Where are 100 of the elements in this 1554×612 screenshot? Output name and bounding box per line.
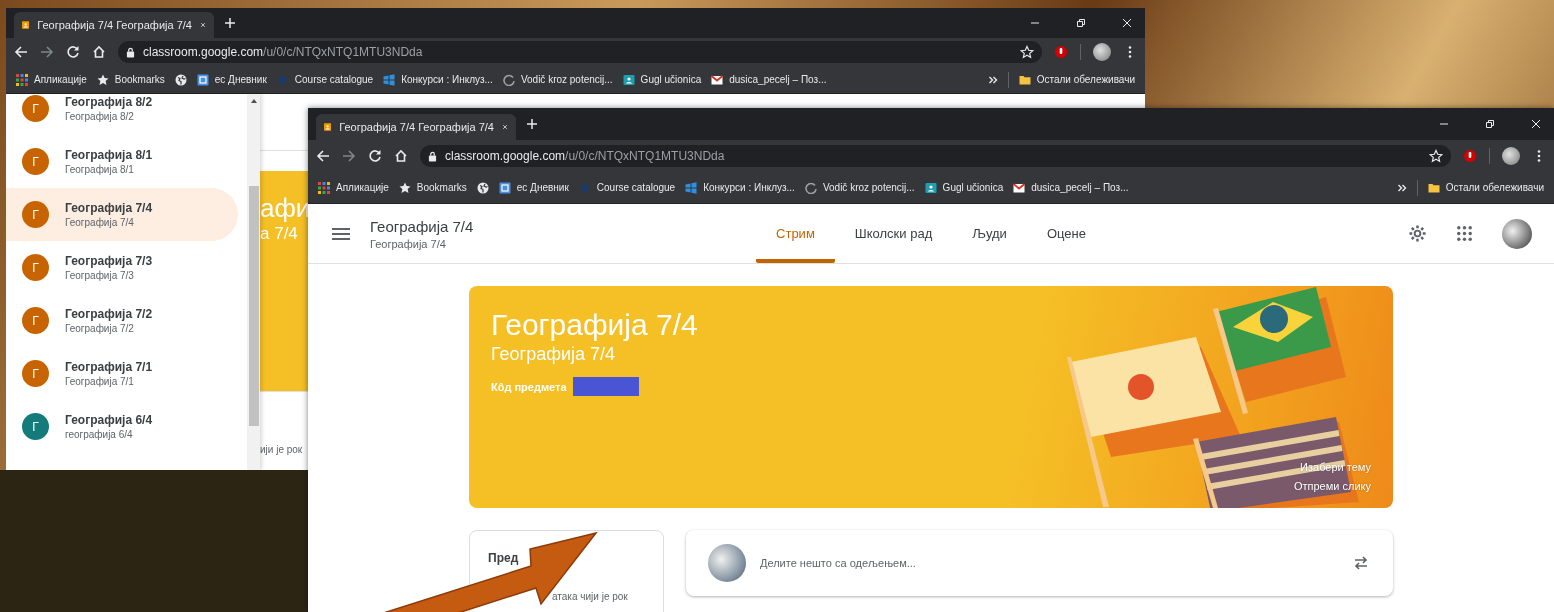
close-icon[interactable]	[1121, 17, 1133, 29]
new-tab-icon[interactable]	[526, 118, 538, 130]
settings-icon[interactable]	[1408, 224, 1427, 243]
bookmark-item[interactable]: Gugl učionica	[924, 181, 1004, 194]
url-text: classroom.google.com/u/0/c/NTQxNTQ1MTU3NDda	[445, 149, 725, 163]
other-bookmarks-folder[interactable]: Остали обележивачи	[1427, 181, 1544, 194]
class-name: Географија 7/3	[65, 254, 153, 268]
user-avatar	[708, 544, 746, 582]
class-code-label: Кôд предмета	[491, 380, 567, 393]
extension-icon[interactable]	[1054, 45, 1068, 59]
address-bar[interactable]: classroom.google.com/u/0/c/NTQxNTQ1MTU3NDda	[118, 41, 1042, 63]
forward-arrow-icon[interactable]	[40, 45, 54, 59]
back-arrow-icon[interactable]	[316, 149, 330, 163]
class-subtitle: Географија 7/4	[370, 237, 447, 250]
restore-icon[interactable]	[1075, 17, 1087, 29]
class-section: Географија 7/4	[65, 217, 153, 228]
scroll-up-icon[interactable]	[249, 98, 258, 104]
classroom-favicon-icon	[22, 19, 30, 31]
class-section: Географија 7/2	[65, 323, 153, 334]
share-prompt[interactable]: Делите нешто са одељењем...	[760, 557, 916, 569]
class-tab[interactable]: Оцене	[1026, 204, 1106, 263]
bookmark-item[interactable]: Vodič kroz potencij...	[502, 73, 613, 86]
class-name: Географија 8/1	[65, 148, 153, 162]
home-icon[interactable]	[92, 45, 106, 59]
upcoming-title: Пред	[488, 551, 519, 565]
restore-icon[interactable]	[1484, 118, 1496, 130]
bookmark-item[interactable]	[476, 181, 489, 194]
tiles-icon	[685, 181, 698, 194]
mail-icon	[711, 73, 724, 86]
forward-arrow-icon[interactable]	[342, 149, 356, 163]
classroom-icon	[622, 73, 635, 86]
class-tab[interactable]: Људи	[952, 204, 1027, 263]
class-list-item[interactable]: Г Географија 6/4 географија 6/4	[6, 400, 238, 453]
classroom-icon	[924, 181, 937, 194]
class-tab[interactable]: Стрим	[756, 204, 835, 263]
document-icon	[498, 181, 511, 194]
bookmark-item[interactable]: Course catalogue	[276, 73, 374, 86]
repost-icon[interactable]	[1353, 555, 1369, 571]
class-section: Географија 7/1	[65, 376, 153, 387]
more-bookmarks-icon[interactable]	[1396, 182, 1407, 193]
class-name: Географија 7/2	[65, 307, 153, 321]
reload-icon[interactable]	[368, 149, 382, 163]
bookmark-item[interactable]: Bookmarks	[96, 73, 165, 86]
banner-subtitle: Географија 7/4	[491, 344, 617, 365]
class-avatar: Г	[22, 148, 49, 175]
bookmark-item[interactable]: ес Дневник	[498, 181, 569, 194]
class-list-item[interactable]: Г Географија 8/1 Географија 8/1	[6, 135, 238, 188]
share-box[interactable]: Делите нешто са одељењем...	[686, 530, 1393, 596]
reload-icon[interactable]	[66, 45, 80, 59]
close-tab-icon[interactable]	[501, 122, 508, 132]
other-bookmarks-folder[interactable]: Остали обележивачи	[1018, 73, 1135, 86]
browser-tab[interactable]: Географија 7/4 Географија 7/4	[316, 114, 516, 140]
class-avatar: Г	[22, 360, 49, 387]
class-avatar: Г	[22, 254, 49, 281]
scrollbar[interactable]	[247, 94, 260, 470]
class-list-item[interactable]: Г Географија 7/3 Географија 7/3	[6, 241, 238, 294]
class-name: Географија 8/2	[65, 95, 153, 109]
url-text: classroom.google.com/u/0/c/NTQxNTQ1MTU3NDda	[143, 45, 423, 59]
bookmark-item[interactable]: Конкурси : Инклуз...	[685, 181, 795, 194]
close-icon[interactable]	[1530, 118, 1542, 130]
bookmark-item[interactable]: Апликације	[16, 73, 87, 86]
scrollbar-thumb[interactable]	[248, 186, 259, 426]
profile-avatar[interactable]	[1502, 147, 1520, 165]
classroom-favicon-icon	[324, 121, 332, 133]
new-tab-icon[interactable]	[224, 17, 236, 29]
bookmark-item[interactable]: Апликације	[318, 181, 389, 194]
extension-icon[interactable]	[1463, 149, 1477, 163]
profile-avatar[interactable]	[1093, 43, 1111, 61]
class-section: Географија 8/1	[65, 164, 153, 175]
bookmark-item[interactable]	[174, 73, 187, 86]
class-list-item[interactable]: Г Географија 7/1 Географија 7/1	[6, 347, 238, 400]
bookmark-item[interactable]: Bookmarks	[398, 181, 467, 194]
bookmark-item[interactable]: Vodič kroz potencij...	[804, 181, 915, 194]
bookmark-item[interactable]: Конкурси : Инклуз...	[383, 73, 493, 86]
menu-icon[interactable]	[332, 227, 350, 240]
bookmark-item[interactable]: dusica_pecelj – Поз...	[711, 73, 827, 86]
class-avatar: Г	[22, 413, 49, 440]
apps-grid-icon[interactable]	[1455, 224, 1474, 243]
bookmark-item[interactable]: dusica_pecelj – Поз...	[1013, 181, 1129, 194]
star-outline-icon[interactable]	[1429, 149, 1443, 163]
class-list-item[interactable]: Г Географија 7/4 Географија 7/4	[6, 188, 238, 241]
address-bar[interactable]: classroom.google.com/u/0/c/NTQxNTQ1MTU3NDda	[420, 145, 1451, 167]
star-outline-icon[interactable]	[1020, 45, 1034, 59]
back-arrow-icon[interactable]	[14, 45, 28, 59]
more-bookmarks-icon[interactable]	[987, 74, 998, 85]
tiles-icon	[383, 73, 396, 86]
class-avatar: Г	[22, 201, 49, 228]
bookmark-item[interactable]: Gugl učionica	[622, 73, 702, 86]
bookmark-item[interactable]: Course catalogue	[578, 181, 676, 194]
lock-icon	[428, 150, 437, 162]
browser-tab[interactable]: Географија 7/4 Географија 7/4	[14, 12, 214, 38]
globe-icon	[174, 73, 187, 86]
class-list-item[interactable]: Г Географија 7/2 Географија 7/2	[6, 294, 238, 347]
class-tab[interactable]: Школски рад	[834, 204, 953, 263]
bookmark-item[interactable]: ес Дневник	[196, 73, 267, 86]
banner-link[interactable]: Отпреми слику	[1293, 480, 1371, 492]
user-avatar[interactable]	[1502, 218, 1532, 249]
close-tab-icon[interactable]	[199, 20, 206, 30]
globe-icon	[476, 181, 489, 194]
home-icon[interactable]	[394, 149, 408, 163]
